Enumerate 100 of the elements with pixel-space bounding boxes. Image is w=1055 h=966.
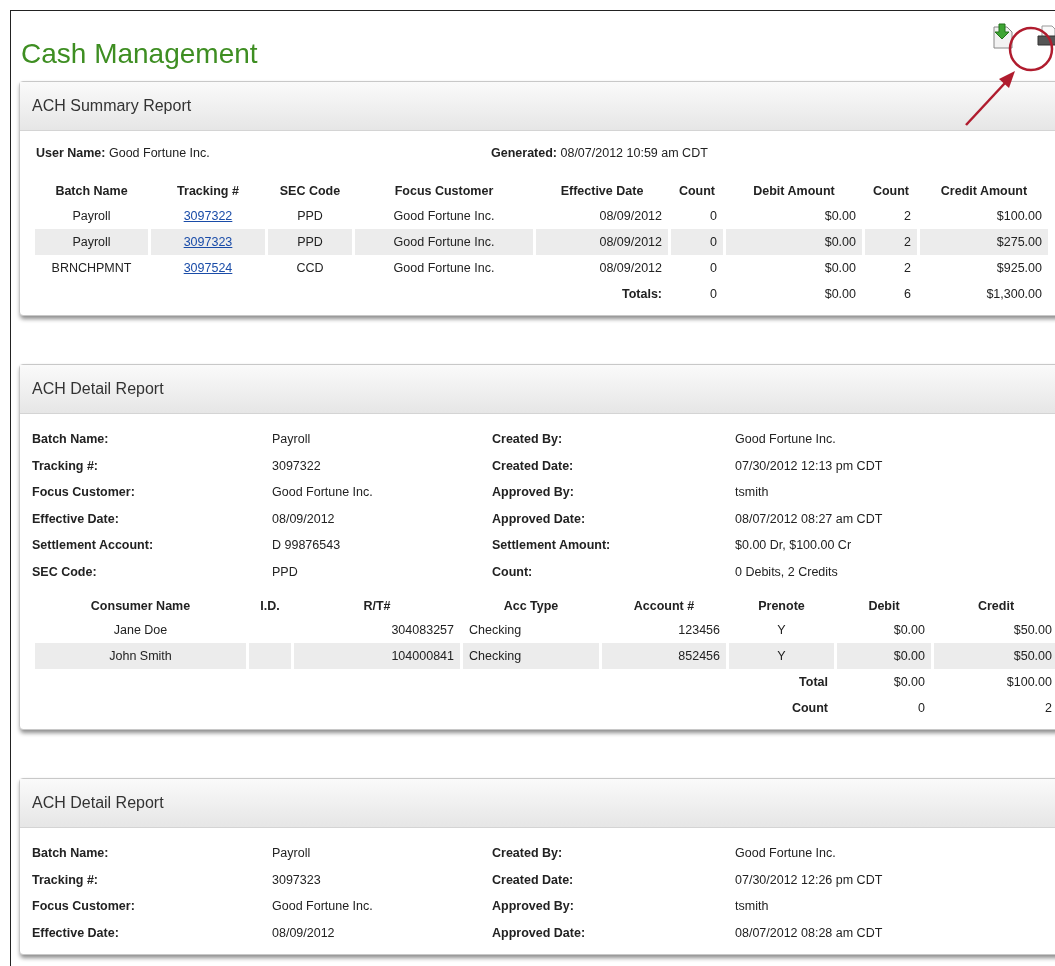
column-header: Credit Amount <box>939 183 1029 200</box>
field-label: Effective Date: <box>32 511 120 526</box>
table-cell: Checking <box>463 643 599 669</box>
table-cell-text: $0.00 <box>892 674 926 691</box>
column-header: Prenote <box>757 598 806 615</box>
field-label: Created Date: <box>492 872 575 887</box>
column-header: Count <box>871 183 911 200</box>
tracking-link[interactable]: 3097524 <box>183 261 233 275</box>
column-header: SEC Code <box>278 183 342 200</box>
table-cell-text: 2 <box>903 260 912 277</box>
field-label: Count: <box>492 564 534 579</box>
table-cell-text: Payroll <box>71 208 112 225</box>
field-value: 08/07/2012 08:28 am CDT <box>735 925 883 940</box>
table-cell-text: 0 <box>709 260 718 277</box>
column-header: Debit <box>867 598 901 615</box>
field-label: Generated: <box>491 146 557 160</box>
printer-icon[interactable] <box>1037 24 1055 48</box>
table-cell-text: 2 <box>903 208 912 225</box>
table-cell-text: 2 <box>1044 700 1053 717</box>
field-label: Approved Date: <box>492 925 587 940</box>
column-header: R/T# <box>362 598 392 615</box>
field-value: 08/09/2012 <box>272 511 336 526</box>
field-label: Batch Name: <box>32 432 110 447</box>
field-label: SEC Code: <box>32 564 98 579</box>
panel-title: ACH Detail Report <box>32 380 164 398</box>
column-header: Effective Date <box>559 183 645 200</box>
table-cell-text: 0 <box>709 208 718 225</box>
table-cell: 104000841 <box>294 643 460 669</box>
page-title: Cash Management <box>21 37 258 71</box>
download-icon[interactable] <box>991 23 1015 49</box>
field-value: D 99876543 <box>272 538 342 553</box>
table-cell-text: $100.00 <box>1005 674 1053 691</box>
field-value: 0 Debits, 2 Credits <box>735 564 838 579</box>
field-value: 3097322 <box>272 458 322 473</box>
panel-title: ACH Detail Report <box>32 794 164 812</box>
table-cell: $50.00 <box>934 643 1055 669</box>
field-label: Tracking #: <box>32 458 99 473</box>
field-label: Approved By: <box>492 485 575 500</box>
table-cell: Good Fortune Inc. <box>355 229 533 255</box>
table-cell-text: $1,300.00 <box>985 286 1043 303</box>
table-cell-text: $0.00 <box>892 622 926 639</box>
panel-title: ACH Summary Report <box>32 97 192 115</box>
table-cell-text: 6 <box>903 286 912 303</box>
table-cell: 852456 <box>602 643 726 669</box>
field-label: Approved Date: <box>492 511 587 526</box>
field-label: User Name: <box>36 146 106 160</box>
column-header: Acc Type <box>502 598 560 615</box>
field-label: Created Date: <box>492 458 575 473</box>
column-header: Credit <box>976 598 1016 615</box>
field-value: 08/09/2012 <box>272 925 336 940</box>
table-cell: $0.00 <box>726 229 862 255</box>
totals-label: Totals: <box>621 287 662 301</box>
table-cell: John Smith <box>35 643 246 669</box>
table-cell-text: $0.00 <box>823 260 857 277</box>
field-value: 08/07/2012 10:59 am CDT <box>560 146 708 160</box>
column-header: Batch Name <box>54 183 129 200</box>
table-cell: 0 <box>671 229 723 255</box>
field-value: Payroll <box>272 432 312 447</box>
table-cell-text: PPD <box>296 208 324 225</box>
field-value: Good Fortune Inc. <box>272 899 374 914</box>
table-cell-text: $925.00 <box>995 260 1043 277</box>
field-label: Tracking #: <box>32 872 99 887</box>
table-cell: PPD <box>268 229 352 255</box>
table-cell-text: 08/09/2012 <box>598 260 663 277</box>
totals-label: Count <box>791 701 828 715</box>
table-cell-text: Y <box>776 622 787 639</box>
table-cell-text: 0 <box>917 700 926 717</box>
field-label: Focus Customer: <box>32 485 136 500</box>
field-label: Settlement Amount: <box>492 538 612 553</box>
field-label: Effective Date: <box>32 925 120 940</box>
field-value: Good Fortune Inc. <box>735 846 836 861</box>
table-cell-text: Good Fortune Inc. <box>392 260 496 277</box>
field-value: 07/30/2012 12:26 pm CDT <box>735 872 883 887</box>
tracking-link[interactable]: 3097322 <box>183 209 233 223</box>
table-cell: $0.00 <box>837 643 931 669</box>
table-cell-text: $0.00 <box>823 208 857 225</box>
column-header: Account # <box>632 598 696 615</box>
field-label: Created By: <box>492 432 564 447</box>
column-header: Count <box>677 183 717 200</box>
table-cell-text: Good Fortune Inc. <box>392 208 496 225</box>
table-cell-text: 08/09/2012 <box>598 208 663 225</box>
table-cell-text: 0 <box>709 286 718 303</box>
annotation-circle <box>1008 26 1054 72</box>
column-header: I.D. <box>259 598 281 615</box>
field-label: Batch Name: <box>32 846 110 861</box>
field-value: 08/07/2012 08:27 am CDT <box>735 511 883 526</box>
field-value: 07/30/2012 12:13 pm CDT <box>735 458 883 473</box>
table-cell-text: 123456 <box>677 622 721 639</box>
table-cell: Y <box>729 643 834 669</box>
table-cell: 2 <box>865 229 917 255</box>
column-header: Debit Amount <box>752 183 836 200</box>
table-cell-text: $50.00 <box>1012 622 1053 639</box>
table-cell-text: 304083257 <box>390 622 455 639</box>
table-cell-text: $0.00 <box>823 286 857 303</box>
field-value: $0.00 Dr, $100.00 Cr <box>735 538 852 553</box>
field-label: Created By: <box>492 846 564 861</box>
table-cell: Payroll <box>35 229 148 255</box>
table-cell-text: Checking <box>468 622 523 639</box>
field-value: tsmith <box>735 485 769 500</box>
field-value: Payroll <box>272 846 312 861</box>
